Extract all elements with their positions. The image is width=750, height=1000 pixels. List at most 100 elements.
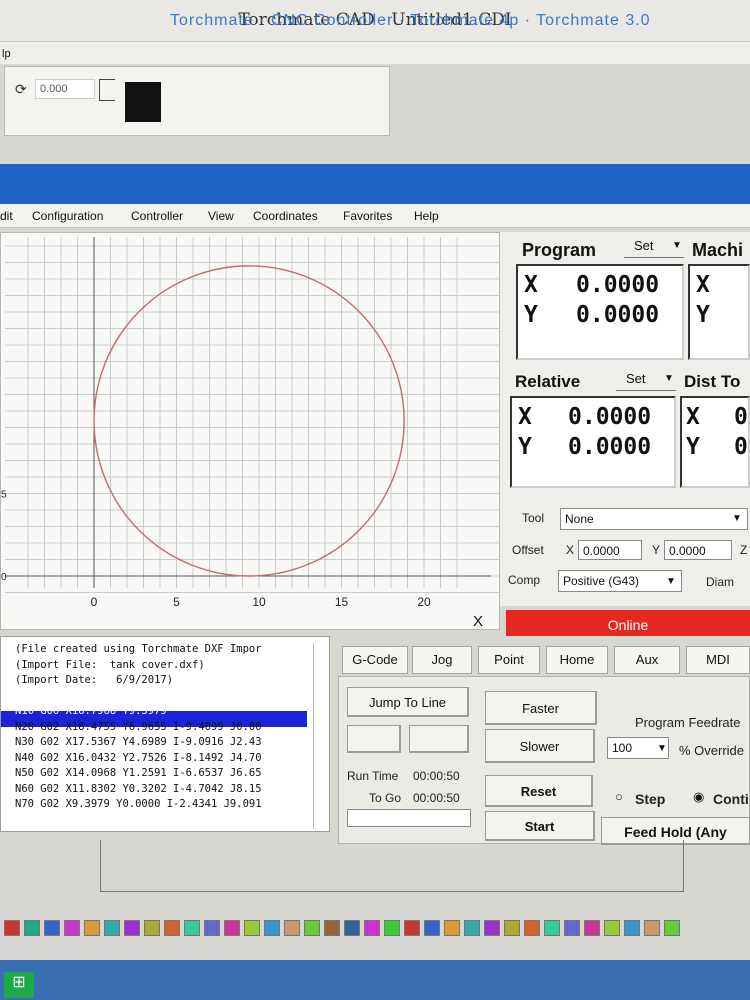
- palette-swatch[interactable]: [4, 920, 20, 936]
- tab-gcode[interactable]: G-Code: [342, 646, 408, 674]
- palette-swatch[interactable]: [624, 920, 640, 936]
- palette-swatch[interactable]: [664, 920, 680, 936]
- continuous-radio[interactable]: ◉: [693, 789, 704, 805]
- cad-menu-bar: lp: [0, 42, 750, 64]
- gcode-line[interactable]: N30 G02 X17.5367 Y4.6989 I-9.0916 J2.43: [15, 736, 262, 748]
- palette-swatch[interactable]: [524, 920, 540, 936]
- tab-home[interactable]: Home: [546, 646, 608, 674]
- program-x-value: 0.0000: [576, 272, 660, 298]
- palette-swatch[interactable]: [324, 920, 340, 936]
- to-go-label: To Go: [369, 791, 402, 805]
- menu-favorites[interactable]: Favorites: [343, 209, 392, 223]
- gcode-line[interactable]: N70 G02 X9.3979 Y0.0000 I-2.4341 J9.091: [15, 798, 262, 810]
- windows-start-icon[interactable]: ⊞: [4, 972, 34, 998]
- start-button[interactable]: Start: [485, 811, 595, 841]
- align-icon[interactable]: [99, 79, 115, 101]
- color-swatch[interactable]: [125, 82, 161, 122]
- palette-swatch[interactable]: [104, 920, 120, 936]
- palette-swatch[interactable]: [564, 920, 580, 936]
- offset-y-input[interactable]: 0.0000: [664, 540, 732, 560]
- menu-configuration[interactable]: Configuration: [32, 209, 103, 223]
- relative-y-axis-label: Y: [518, 434, 532, 460]
- tab-mdi[interactable]: MDI: [686, 646, 750, 674]
- gcode-line[interactable]: (File created using Torchmate DXF Impor: [15, 643, 262, 655]
- palette-swatch[interactable]: [604, 920, 620, 936]
- palette-swatch[interactable]: [644, 920, 660, 936]
- dist-to-label: Dist To: [684, 372, 741, 391]
- gcode-line[interactable]: N50 G02 X14.0968 Y1.2591 I-6.6537 J6.65: [15, 767, 262, 779]
- step-radio[interactable]: ○: [615, 789, 623, 804]
- palette-swatch[interactable]: [204, 920, 220, 936]
- tab-jog[interactable]: Jog: [412, 646, 472, 674]
- palette-swatch[interactable]: [364, 920, 380, 936]
- gcode-listing[interactable]: (File created using Torchmate DXF Impor (…: [0, 636, 330, 832]
- palette-swatch[interactable]: [504, 920, 520, 936]
- menu-edit[interactable]: dit: [0, 209, 13, 223]
- palette-swatch[interactable]: [424, 920, 440, 936]
- gcode-line[interactable]: N60 G02 X11.8302 Y0.3202 I-4.7042 J8.15: [15, 783, 262, 795]
- comp-select[interactable]: Positive (G43): [558, 570, 682, 592]
- gcode-line[interactable]: N10 G00 X18.7968 Y9.3979: [15, 705, 167, 717]
- menu-help[interactable]: Help: [414, 209, 439, 223]
- tool-select[interactable]: None: [560, 508, 748, 530]
- palette-swatch[interactable]: [464, 920, 480, 936]
- tool-label: Tool: [522, 511, 545, 525]
- x-tick-label: 20: [417, 595, 431, 609]
- taskbar: [0, 960, 750, 1000]
- program-dro: X 0.0000 Y 0.0000: [516, 264, 684, 360]
- faster-button[interactable]: Faster: [485, 691, 597, 725]
- to-go-value: 00:00:50: [413, 791, 460, 805]
- palette-swatch[interactable]: [284, 920, 300, 936]
- palette-swatch[interactable]: [304, 920, 320, 936]
- palette-swatch[interactable]: [404, 920, 420, 936]
- menu-view[interactable]: View: [208, 209, 234, 223]
- relative-label: Relative: [515, 372, 581, 391]
- palette-swatch[interactable]: [384, 920, 400, 936]
- menu-coordinates[interactable]: Coordinates: [253, 209, 318, 223]
- palette-swatch[interactable]: [164, 920, 180, 936]
- offset-label: Offset: [512, 543, 544, 557]
- palette-swatch[interactable]: [484, 920, 500, 936]
- rotate-icon: ⟳: [15, 81, 27, 97]
- palette-swatch[interactable]: [544, 920, 560, 936]
- color-palette: [0, 914, 700, 948]
- program-feedrate-label: Program Feedrate: [635, 715, 741, 730]
- gcode-line[interactable]: N20 G02 X18.4755 Y6.9655 I-9.4099 J0.00: [15, 721, 262, 733]
- offset-y-label: Y: [652, 543, 661, 557]
- menu-controller[interactable]: Controller: [131, 209, 183, 223]
- palette-swatch[interactable]: [44, 920, 60, 936]
- dist-to-dro: X 0 Y 0: [680, 396, 750, 488]
- palette-swatch[interactable]: [264, 920, 280, 936]
- slower-button[interactable]: Slower: [485, 729, 595, 763]
- tab-point[interactable]: Point: [478, 646, 540, 674]
- gcode-line[interactable]: N40 G02 X16.0432 Y2.7526 I-8.1492 J4.70: [15, 752, 262, 764]
- palette-swatch[interactable]: [144, 920, 160, 936]
- palette-swatch[interactable]: [584, 920, 600, 936]
- palette-swatch[interactable]: [444, 920, 460, 936]
- chevron-down-icon: ▼: [666, 576, 676, 587]
- palette-swatch[interactable]: [344, 920, 360, 936]
- palette-swatch[interactable]: [24, 920, 40, 936]
- offset-x-input[interactable]: 0.0000: [578, 540, 642, 560]
- override-label: % Override: [679, 743, 745, 758]
- relative-x-axis-label: X: [518, 404, 532, 430]
- reset-button[interactable]: Reset: [485, 775, 593, 807]
- progress-bar: [347, 809, 471, 827]
- palette-swatch[interactable]: [84, 920, 100, 936]
- palette-swatch[interactable]: [244, 920, 260, 936]
- jump-to-line-button[interactable]: Jump To Line: [347, 687, 469, 717]
- gcode-line[interactable]: (Import Date: 6/9/2017): [15, 674, 173, 686]
- palette-swatch[interactable]: [224, 920, 240, 936]
- palette-swatch[interactable]: [64, 920, 80, 936]
- gcode-scrollbar[interactable]: [313, 643, 327, 829]
- palette-swatch[interactable]: [124, 920, 140, 936]
- cnc-menu-bar: dit Configuration Controller View Coordi…: [0, 204, 750, 228]
- tab-aux[interactable]: Aux: [614, 646, 680, 674]
- run-time-label: Run Time: [347, 769, 399, 783]
- cad-menu-item[interactable]: lp: [2, 48, 11, 60]
- machine-y-axis-label: Y: [696, 302, 710, 328]
- toolpath-plot[interactable]: 0 5 10 15 20 X 0 5: [0, 232, 500, 630]
- rotate-angle-input[interactable]: 0.000: [35, 79, 95, 99]
- palette-swatch[interactable]: [184, 920, 200, 936]
- gcode-line[interactable]: (Import File: tank cover.dxf): [15, 659, 205, 671]
